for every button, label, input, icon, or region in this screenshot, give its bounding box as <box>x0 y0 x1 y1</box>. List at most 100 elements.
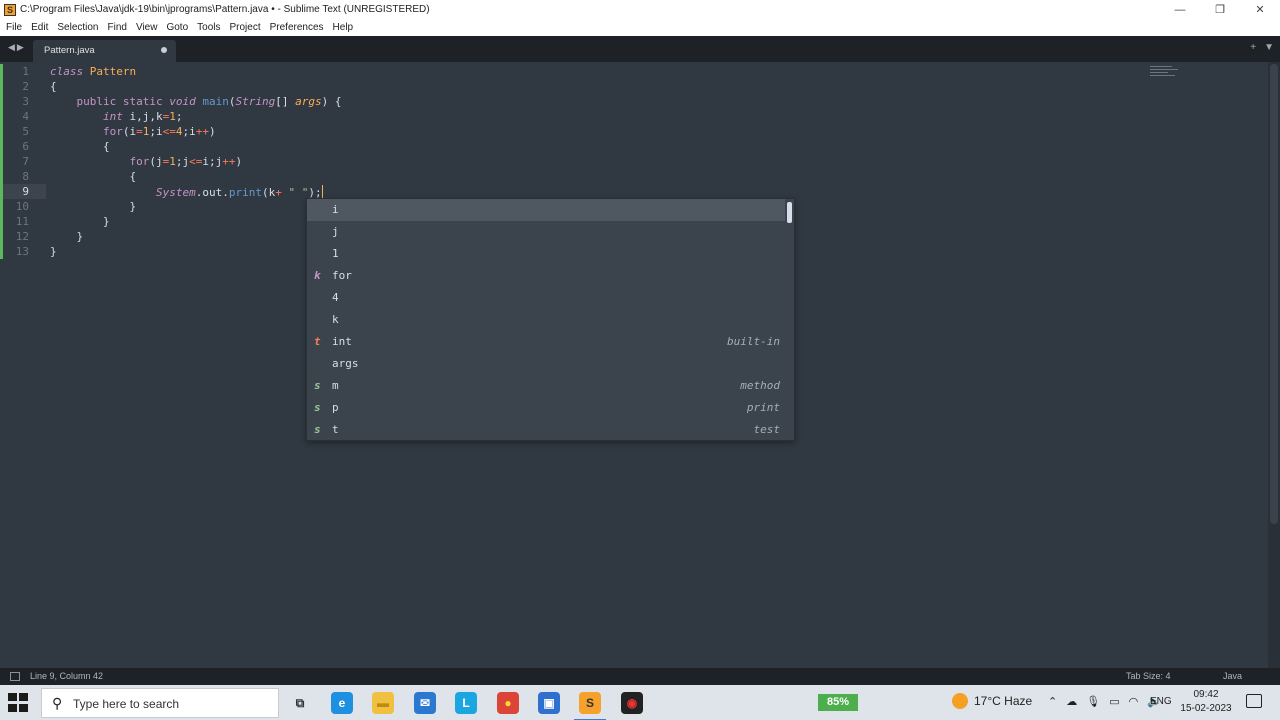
completion-label: args <box>332 357 359 370</box>
tray-chevron-icon[interactable]: ⌃ <box>1048 695 1057 708</box>
line-number: 4 <box>22 110 29 123</box>
battery-indicator[interactable]: 85% <box>818 694 858 711</box>
line-number: 9 <box>22 185 29 198</box>
file-explorer-icon[interactable]: ▬ <box>372 692 394 714</box>
menu-tools[interactable]: Tools <box>193 22 224 33</box>
completion-kind-icon: s <box>314 379 321 392</box>
tab-list-chevron-icon[interactable]: ▼ <box>1264 42 1274 53</box>
code-token: } <box>50 200 137 213</box>
battery-icon[interactable]: ▭ <box>1109 695 1119 708</box>
autocomplete-item[interactable]: k <box>307 309 785 331</box>
unsaved-dot-icon[interactable] <box>161 47 167 53</box>
close-button[interactable]: ✕ <box>1240 0 1280 19</box>
menu-file[interactable]: File <box>2 22 26 33</box>
autocomplete-item[interactable]: i <box>307 199 785 221</box>
task-view-icon[interactable]: ⧉ <box>289 692 311 714</box>
completion-kind-icon: k <box>314 269 321 282</box>
notification-icon[interactable] <box>1246 694 1262 708</box>
code-token: void <box>169 95 196 108</box>
clock-date: 15-02-2023 <box>1180 703 1232 714</box>
completion-kind-icon: s <box>314 401 321 414</box>
chrome-icon[interactable]: ● <box>497 692 519 714</box>
sublime-text-icon[interactable]: S <box>574 692 606 720</box>
wifi-icon[interactable]: ◠ <box>1129 695 1139 708</box>
sublime-text-icon: S <box>4 3 16 16</box>
code-token: static <box>122 95 163 108</box>
code-token: main <box>202 95 229 108</box>
restore-button[interactable]: ❐ <box>1200 0 1240 19</box>
syntax-mode[interactable]: Java <box>1223 671 1242 681</box>
menu-edit[interactable]: Edit <box>27 22 52 33</box>
code-token: int <box>102 110 123 123</box>
autocomplete-popup[interactable]: s t test s p print s m method args t int built-in k 4 k… <box>306 198 795 441</box>
code-token: <= <box>162 125 176 138</box>
completion-label: m <box>332 379 339 392</box>
status-bar: Line 9, Column 42 Tab Size: 4 Java <box>0 668 1280 685</box>
autocomplete-item[interactable]: s p print <box>307 397 785 419</box>
modified-line-marker <box>0 154 3 169</box>
window-title: C:\Program Files\Java\jdk-19\bin\jprogra… <box>20 4 430 15</box>
mail-icon[interactable]: ✉ <box>414 692 436 714</box>
code-token: i,j,k <box>122 110 163 123</box>
menu-find[interactable]: Find <box>104 22 131 33</box>
minimize-button[interactable]: — <box>1160 0 1200 19</box>
menu-project[interactable]: Project <box>226 22 265 33</box>
weather-widget[interactable]: 17°C Haze <box>952 693 1032 709</box>
autocomplete-item[interactable]: k for <box>307 265 785 287</box>
code-line: for(i=1;i<=4;i++) <box>50 125 216 138</box>
code-line: class Pattern <box>50 65 136 78</box>
autocomplete-item[interactable]: t int built-in <box>307 331 785 353</box>
line-number: 11 <box>15 215 29 228</box>
modified-line-marker <box>0 199 3 214</box>
modified-line-marker <box>0 184 3 199</box>
menu-help[interactable]: Help <box>329 22 358 33</box>
onedrive-icon[interactable]: ☁ <box>1066 695 1077 708</box>
code-token: args <box>295 95 322 108</box>
scrollbar-thumb[interactable] <box>1270 64 1278 524</box>
autocomplete-item[interactable]: 4 <box>307 287 785 309</box>
panel-toggle-icon[interactable] <box>10 672 20 681</box>
taskbar-search-box[interactable]: ⚲ Type here to search <box>41 688 279 718</box>
menu-preferences[interactable]: Preferences <box>266 22 328 33</box>
completion-hint: method <box>740 379 780 392</box>
edge-icon[interactable]: e <box>331 692 353 714</box>
language-indicator[interactable]: ENG <box>1150 696 1172 707</box>
code-token: print <box>228 186 262 199</box>
menu-goto[interactable]: Goto <box>162 22 192 33</box>
tab-pattern-java[interactable]: Pattern.java <box>33 40 176 62</box>
code-line: { <box>50 140 110 153</box>
modified-line-marker <box>0 109 3 124</box>
tab-nav-arrows-icon[interactable]: ◀▶ <box>8 42 26 53</box>
completion-label: 4 <box>332 291 339 304</box>
menu-selection[interactable]: Selection <box>53 22 102 33</box>
tab-size[interactable]: Tab Size: 4 <box>1126 671 1171 681</box>
new-tab-icon[interactable]: + <box>1250 42 1256 53</box>
l-app-icon[interactable]: L <box>455 692 477 714</box>
autocomplete-item[interactable]: 1 <box>307 243 785 265</box>
code-token: ) <box>235 155 243 168</box>
store-icon[interactable]: ▣ <box>538 692 560 714</box>
code-token: ++ <box>195 125 209 138</box>
code-token: (k <box>261 186 276 199</box>
obs-icon[interactable]: ◉ <box>621 692 643 714</box>
autocomplete-item[interactable]: args <box>307 353 785 375</box>
cursor-position[interactable]: Line 9, Column 42 <box>30 671 103 681</box>
menu-view[interactable]: View <box>132 22 162 33</box>
minimap[interactable] <box>1150 66 1180 80</box>
autocomplete-item[interactable]: s t test <box>307 419 785 441</box>
completion-label: k <box>332 313 339 326</box>
code-line: { <box>50 80 57 93</box>
autocomplete-item[interactable]: s m method <box>307 375 785 397</box>
modified-line-marker <box>0 124 3 139</box>
weather-text: 17°C Haze <box>974 694 1033 708</box>
clock[interactable]: 09:42 15-02-2023 <box>1178 688 1234 716</box>
microphone-icon[interactable]: 🎙 <box>1086 695 1100 708</box>
autocomplete-scrollbar[interactable] <box>787 202 792 223</box>
code-token: = <box>136 125 143 138</box>
code-token: ; <box>175 110 183 123</box>
autocomplete-item[interactable]: j <box>307 221 785 243</box>
windows-start-icon[interactable] <box>8 693 30 713</box>
vertical-scrollbar[interactable] <box>1268 62 1280 668</box>
code-token: i;j <box>202 155 223 168</box>
modified-line-marker <box>0 79 3 94</box>
